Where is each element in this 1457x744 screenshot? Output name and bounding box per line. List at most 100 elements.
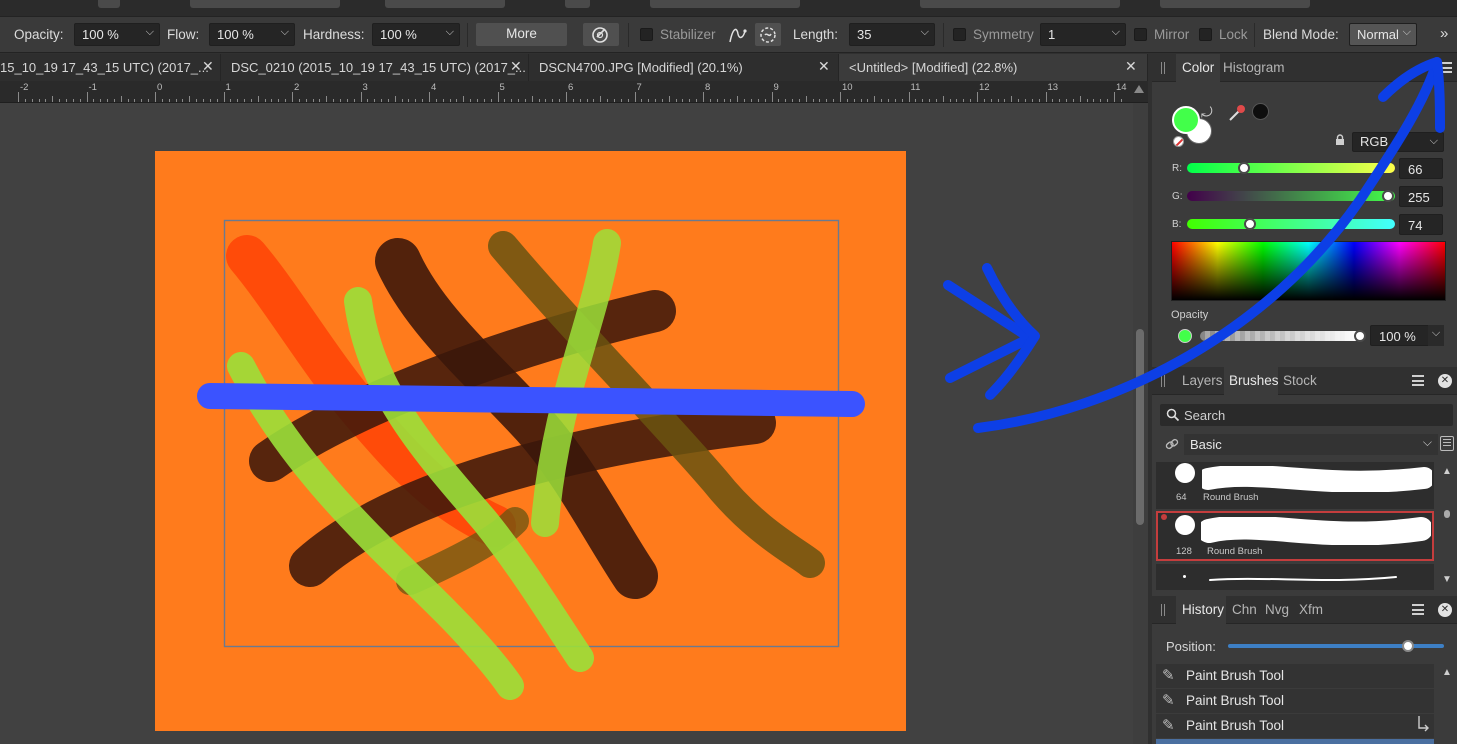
brush-item[interactable]: 64 Round Brush [1156, 462, 1434, 509]
scrollbar-thumb[interactable] [1444, 510, 1450, 518]
close-icon[interactable]: ✕ [202, 58, 214, 75]
brush-search-field[interactable]: Search [1160, 404, 1453, 426]
ruler-minor-tick [244, 99, 246, 102]
toolbar-button-group-stub[interactable] [1160, 0, 1310, 8]
tab-chn[interactable]: Chn [1232, 602, 1257, 617]
document-tab[interactable]: 15_10_19 17_43_15 UTC) (2017_... ✕ [0, 54, 221, 81]
close-icon[interactable]: ✕ [1125, 58, 1137, 75]
canvas-area[interactable] [0, 103, 1148, 744]
symmetry-checkbox[interactable] [953, 28, 966, 41]
tab-nvg[interactable]: Nvg [1265, 602, 1289, 617]
primary-color-swatch[interactable] [1172, 106, 1200, 134]
panel-menu-icon[interactable] [1412, 375, 1424, 386]
toolbar-button-stub[interactable] [98, 0, 120, 8]
picked-color-swatch[interactable] [1252, 103, 1269, 120]
tab-layers[interactable]: Layers [1182, 373, 1223, 388]
grip-icon[interactable] [1161, 375, 1165, 387]
ruler-minor-tick [894, 99, 896, 102]
opacity-dropdown-icon[interactable]: ⌵ [1428, 325, 1444, 346]
g-value-field[interactable]: 255 [1399, 186, 1443, 207]
position-slider-knob[interactable] [1402, 640, 1414, 652]
panel-menu-icon[interactable] [1412, 604, 1424, 615]
link-icon[interactable] [1164, 436, 1180, 452]
ruler-minor-tick [538, 99, 540, 102]
g-slider[interactable] [1187, 191, 1395, 201]
tab-brushes[interactable]: Brushes [1229, 373, 1279, 388]
toolbar-button-group-stub[interactable] [190, 0, 340, 8]
artboard[interactable] [155, 151, 906, 731]
toolbar-button-stub[interactable] [565, 0, 590, 8]
toolbar-button-group-stub[interactable] [385, 0, 505, 8]
grip-icon[interactable] [1161, 604, 1165, 616]
swap-colors-icon[interactable]: ⤾ [1201, 104, 1213, 121]
lock-icon[interactable] [1334, 134, 1346, 146]
ruler-minor-tick [812, 99, 814, 102]
ruler-minor-tick [100, 99, 102, 102]
opacity-combo[interactable]: 100 % ⌵ [74, 23, 160, 46]
vertical-scrollbar[interactable] [1133, 103, 1148, 744]
window-mode-icon[interactable] [755, 23, 781, 46]
b-slider[interactable] [1187, 219, 1395, 229]
ruler-minor-tick [435, 99, 437, 102]
flow-combo[interactable]: 100 % ⌵ [209, 23, 295, 46]
ruler-minor-tick [175, 99, 177, 102]
b-label: B: [1172, 219, 1182, 230]
brush-category-select[interactable]: Basic ⌵ [1184, 434, 1438, 455]
more-button[interactable]: More [476, 23, 567, 46]
force-pressure-icon[interactable] [583, 23, 619, 46]
ruler-minor-tick [874, 96, 876, 102]
document-tab[interactable]: DSCN4700.JPG [Modified] (20.1%) ✕ [529, 54, 839, 81]
tab-xfm[interactable]: Xfm [1299, 602, 1323, 617]
lock-checkbox[interactable] [1199, 28, 1212, 41]
toolbar-button-group-stub[interactable] [920, 0, 1120, 8]
scroll-up-icon[interactable]: ▲ [1441, 466, 1453, 477]
scroll-up-icon[interactable]: ▲ [1441, 667, 1453, 678]
tab-history[interactable]: History [1182, 602, 1224, 617]
brush-list-view-icon[interactable] [1440, 436, 1454, 451]
ruler-scroll-up-icon[interactable] [1134, 85, 1144, 93]
b-slider-knob[interactable] [1244, 218, 1256, 230]
r-slider-knob[interactable] [1238, 162, 1250, 174]
opacity-slider-knob[interactable] [1354, 330, 1366, 342]
toolbar-overflow-icon[interactable]: » [1440, 25, 1448, 42]
opacity-value-field[interactable]: 100 % [1370, 325, 1430, 346]
brush-item[interactable] [1156, 564, 1434, 590]
history-item[interactable]: ✎ Paint Brush Tool [1156, 664, 1434, 688]
r-value-field[interactable]: 66 [1399, 158, 1443, 179]
length-combo[interactable]: 35 ⌵ [849, 23, 935, 46]
grip-icon[interactable] [1161, 62, 1165, 74]
tab-color[interactable]: Color [1182, 60, 1214, 75]
document-tab-active[interactable]: <Untitled> [Modified] (22.8%) ✕ [839, 54, 1148, 81]
ruler-minor-tick [518, 99, 520, 102]
close-icon[interactable]: ✕ [818, 58, 830, 75]
scroll-down-icon[interactable]: ▼ [1441, 574, 1453, 585]
color-spectrum[interactable] [1171, 241, 1446, 301]
document-tab[interactable]: DSC_0210 (2015_10_19 17_43_15 UTC) (2017… [221, 54, 529, 81]
opacity-slider[interactable] [1200, 331, 1360, 341]
r-slider[interactable] [1187, 163, 1395, 173]
tab-stock[interactable]: Stock [1283, 373, 1317, 388]
hardness-combo[interactable]: 100 % ⌵ [372, 23, 460, 46]
color-mode-select[interactable]: RGB ⌵ [1352, 132, 1444, 152]
close-panel-icon[interactable]: ✕ [1438, 603, 1452, 617]
brush-item-selected[interactable]: 128 Round Brush [1156, 511, 1434, 561]
close-panel-icon[interactable]: ✕ [1438, 374, 1452, 388]
close-icon[interactable]: ✕ [510, 58, 522, 75]
history-item-current[interactable] [1156, 739, 1434, 744]
symmetry-combo[interactable]: 1 ⌵ [1040, 23, 1126, 46]
stabilizer-checkbox[interactable] [640, 28, 653, 41]
history-item[interactable]: ✎ Paint Brush Tool [1156, 714, 1434, 738]
no-color-icon[interactable] [1173, 136, 1184, 147]
scrollbar-thumb[interactable] [1136, 329, 1144, 525]
ruler-minor-tick [572, 99, 574, 102]
tab-histogram[interactable]: Histogram [1223, 60, 1285, 75]
rope-mode-icon[interactable] [725, 23, 751, 46]
panel-menu-icon[interactable] [1440, 62, 1452, 73]
mirror-checkbox[interactable] [1134, 28, 1147, 41]
color-picker-icon[interactable] [1226, 102, 1248, 124]
blend-mode-combo[interactable]: Normal ⌵ [1349, 23, 1417, 46]
toolbar-button-group-stub[interactable] [650, 0, 800, 8]
history-item[interactable]: ✎ Paint Brush Tool [1156, 689, 1434, 713]
g-slider-knob[interactable] [1382, 190, 1394, 202]
b-value-field[interactable]: 74 [1399, 214, 1443, 235]
